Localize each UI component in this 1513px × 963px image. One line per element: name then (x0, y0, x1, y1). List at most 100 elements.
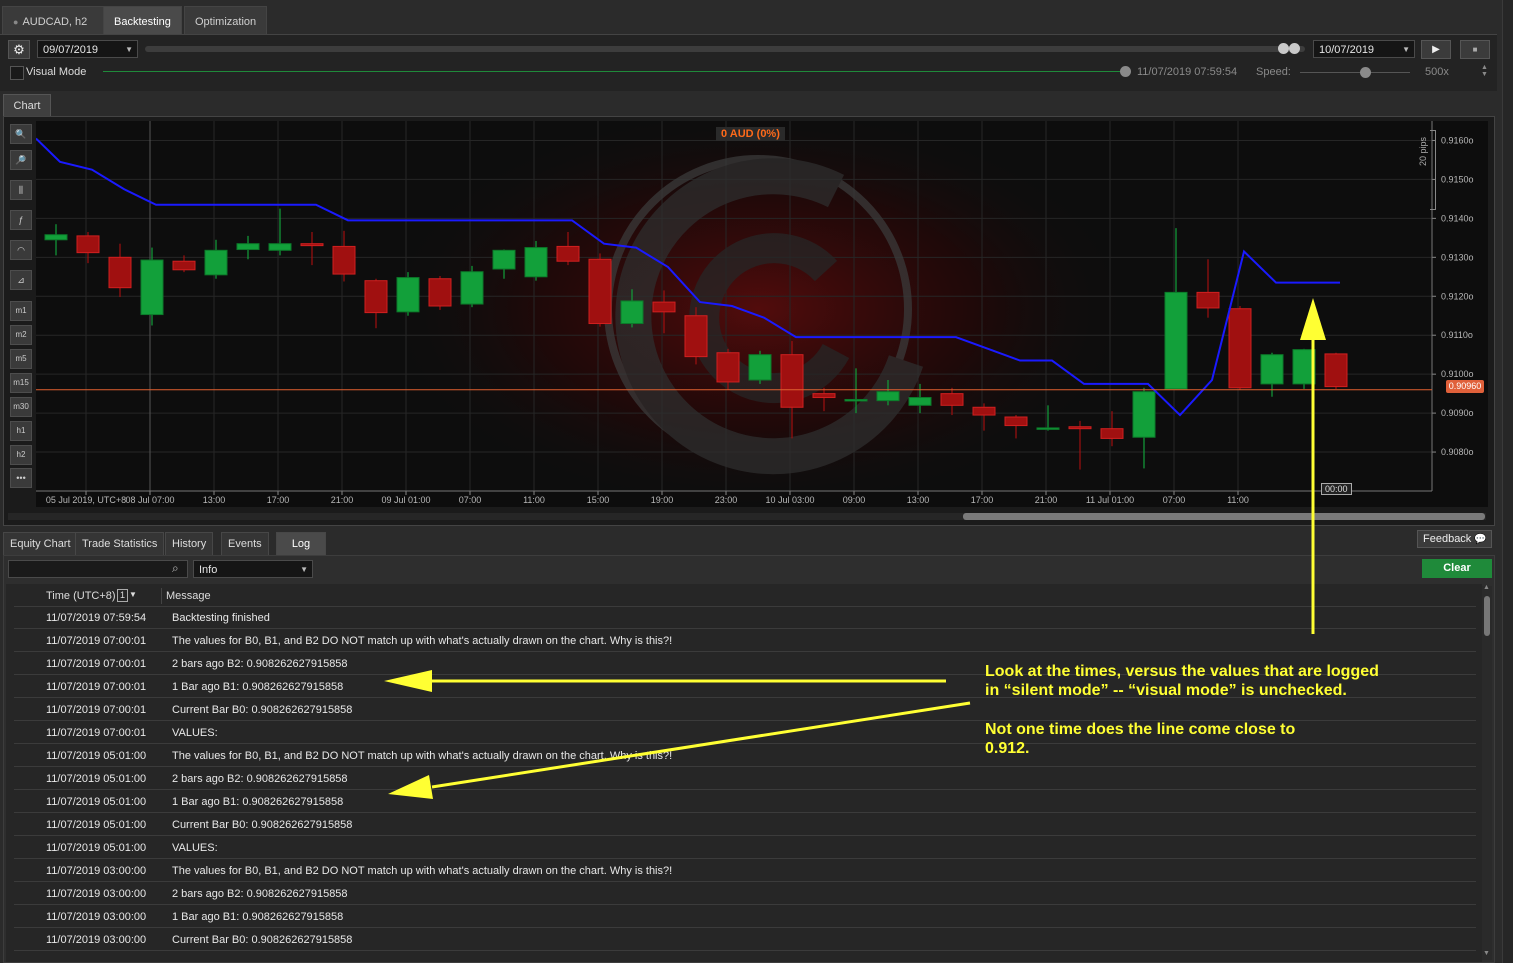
timeframe-button-h1[interactable]: h1 (10, 421, 32, 441)
candle-body (332, 245, 356, 275)
log-row[interactable]: 11/07/2019 05:01:00 The values for B0, B1… (14, 745, 1476, 767)
x-tick-label: 11:00 (1227, 495, 1249, 505)
date-range-slider[interactable] (145, 43, 1305, 54)
log-row[interactable]: 11/07/2019 03:00:00 1 Bar ago B1: 0.90826… (14, 906, 1476, 928)
drawing-button[interactable]: ◠ (10, 240, 32, 260)
candlestick-chart[interactable]: 0.9160o 0.9150o 0.9140o 0.9130o 0.9120o 0.911… (36, 121, 1488, 507)
indicator-icon: ƒ (18, 215, 24, 225)
tab-history[interactable]: History (165, 532, 214, 555)
stop-button[interactable]: ■ (1460, 40, 1490, 59)
current-price-marker: 0.90960 (1446, 380, 1484, 393)
indicators-button[interactable]: ƒ (10, 210, 32, 230)
timeframe-button-m2[interactable]: m2 (10, 325, 32, 345)
clear-button[interactable]: Clear (1422, 559, 1492, 578)
log-row[interactable]: 11/07/2019 07:00:01 Current Bar B0: 0.908… (14, 699, 1476, 721)
x-tick-label: 07:00 (459, 495, 482, 505)
log-message: Current Bar B0: 0.908262627915858 (172, 704, 353, 716)
candle-body (172, 260, 196, 271)
log-row[interactable]: 11/07/2019 03:00:00 Current Bar B0: 0.908… (14, 929, 1476, 951)
candle-body (940, 393, 964, 406)
x-tick-label: 21:00 (331, 495, 354, 505)
progress-handle[interactable] (1120, 66, 1131, 77)
sort-badge[interactable]: 1 (117, 589, 129, 602)
range-handle-left[interactable] (1278, 43, 1289, 54)
search-icon[interactable]: ⌕ (172, 561, 179, 576)
scroll-down-icon[interactable]: ▼ (1483, 950, 1490, 957)
x-tick-label: 19:00 (651, 495, 674, 505)
log-message: VALUES: (172, 727, 218, 739)
chart-horizontal-scrollbar[interactable] (8, 513, 1486, 520)
log-level-select[interactable]: Info ▼ (193, 560, 313, 578)
tab-log[interactable]: Log (276, 532, 326, 555)
candle-body (236, 243, 260, 251)
object-manager-button[interactable]: ⊿ (10, 270, 32, 290)
settings-button[interactable]: ⚙ (8, 40, 30, 59)
feedback-button[interactable]: Feedback 💬 (1417, 530, 1492, 548)
candle-body (1228, 308, 1252, 389)
candle-body (396, 277, 420, 313)
zoom-in-button[interactable]: 🔍 (10, 124, 32, 144)
candle-body (588, 258, 612, 325)
log-row[interactable]: 11/07/2019 03:00:00 2 bars ago B2: 0.9082… (14, 883, 1476, 905)
pips-range-bracket (1430, 130, 1436, 210)
column-time[interactable]: Time (UTC+8) (46, 590, 116, 602)
log-scrollbar-thumb[interactable] (1484, 596, 1490, 636)
sort-arrow-icon[interactable]: ▼ (129, 590, 137, 599)
speed-value: 500x (1425, 66, 1449, 78)
tab-optimization[interactable]: Optimization (184, 6, 268, 35)
speed-stepper[interactable]: ▲ ▼ (1481, 64, 1488, 78)
x-tick-label: 17:00 (267, 495, 290, 505)
candle-body (844, 398, 868, 402)
more-button[interactable]: ••• (10, 468, 32, 488)
column-message[interactable]: Message (166, 590, 211, 602)
x-tick-label: 21:00 (1035, 495, 1058, 505)
log-row[interactable]: 11/07/2019 07:00:01 The values for B0, B1… (14, 630, 1476, 652)
zoom-out-button[interactable]: 🔎 (10, 150, 32, 170)
log-message: VALUES: (172, 842, 218, 854)
tab-backtesting[interactable]: Backtesting (103, 6, 182, 35)
log-header: Time (UTC+8) 1 ▼ Message (14, 586, 1476, 607)
y-tick-label: 0.9110o (1441, 330, 1473, 340)
log-scrollbar[interactable]: ▲ ▼ (1482, 584, 1492, 960)
candle-body (684, 315, 708, 358)
tab-equity-chart[interactable]: Equity Chart (3, 532, 78, 555)
tab-trade-statistics[interactable]: Trade Statistics (75, 532, 165, 555)
scroll-up-icon[interactable]: ▲ (1483, 584, 1490, 591)
log-row[interactable]: 11/07/2019 05:01:00 VALUES: (14, 837, 1476, 859)
candle-body (268, 243, 292, 251)
range-handle-right[interactable] (1289, 43, 1300, 54)
timeframe-button-h2[interactable]: h2 (10, 445, 32, 465)
tab-chart[interactable]: Chart (3, 94, 51, 117)
log-row[interactable]: 11/07/2019 03:00:00 The values for B0, B1… (14, 860, 1476, 882)
play-button[interactable]: ▶ (1421, 40, 1451, 59)
log-time: 11/07/2019 05:01:00 (46, 842, 147, 854)
scrollbar-thumb[interactable] (963, 513, 1485, 520)
candle-body (876, 391, 900, 402)
timeframe-button-m5[interactable]: m5 (10, 349, 32, 369)
timeframe-button-m1[interactable]: m1 (10, 301, 32, 321)
x-tick-label: 15:00 (587, 495, 610, 505)
tab-symbol[interactable]: ● AUDCAD, h2 (2, 6, 104, 35)
log-row[interactable]: 11/07/2019 05:01:00 1 Bar ago B1: 0.90826… (14, 791, 1476, 813)
log-time: 11/07/2019 03:00:00 (46, 865, 147, 877)
log-row[interactable]: 11/07/2019 07:59:54 Backtesting finished (14, 607, 1476, 629)
right-sidebar-strip[interactable] (1502, 0, 1513, 963)
annotation-line-3: Not one time does the line come close to (985, 721, 1296, 738)
visual-mode-checkbox[interactable] (10, 66, 24, 80)
log-message: Current Bar B0: 0.908262627915858 (172, 819, 353, 831)
log-row[interactable]: 11/07/2019 05:01:00 2 bars ago B2: 0.9082… (14, 768, 1476, 790)
candle-body (460, 271, 484, 305)
log-row[interactable]: 11/07/2019 05:01:00 Current Bar B0: 0.908… (14, 814, 1476, 836)
end-date-select[interactable]: 10/07/2019 ▼ (1313, 40, 1415, 58)
chart-type-button[interactable]: ⫼ (10, 180, 32, 200)
speed-handle[interactable] (1360, 67, 1371, 78)
log-search-input[interactable] (8, 560, 188, 578)
tab-events[interactable]: Events (221, 532, 269, 555)
speed-slider[interactable] (1300, 67, 1410, 78)
candle-body (140, 259, 164, 316)
timeframe-button-m15[interactable]: m15 (10, 373, 32, 393)
timeframe-button-m30[interactable]: m30 (10, 397, 32, 417)
log-time: 11/07/2019 05:01:00 (46, 750, 147, 762)
chevron-down-icon: ▼ (125, 45, 133, 54)
start-date-select[interactable]: 09/07/2019 ▼ (37, 40, 138, 58)
